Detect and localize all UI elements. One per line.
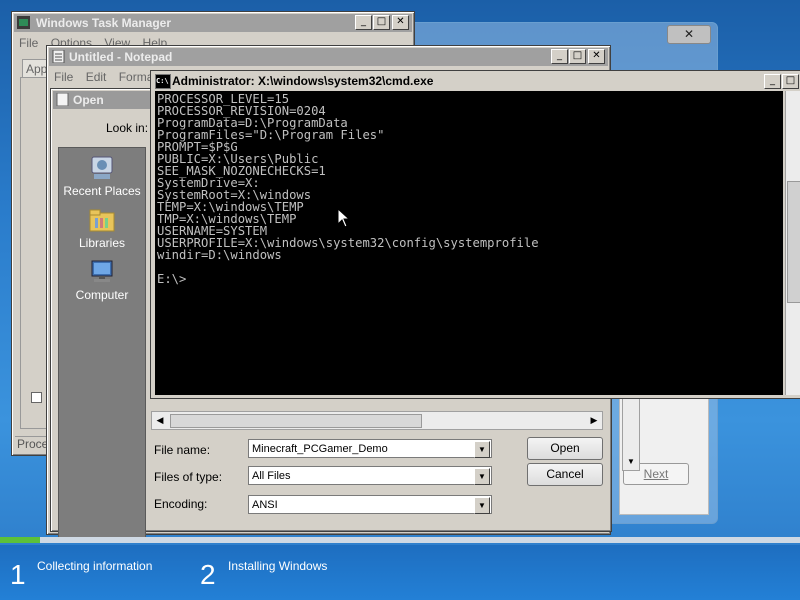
computer-icon [91, 260, 113, 282]
task-manager-tab-label: App [26, 62, 48, 76]
cmd-output-line: E:\> [157, 272, 187, 286]
place-libraries[interactable]: Libraries [59, 206, 145, 250]
notepad-title: Untitled - Notepad [69, 50, 173, 64]
encoding-combo[interactable]: ANSI ▼ [248, 495, 492, 514]
notepad-minimize-button[interactable]: _ [551, 49, 568, 64]
task-manager-close-button[interactable]: ✕ [392, 15, 409, 30]
open-dialog-title: Open [73, 93, 104, 107]
cmd-icon-text: C:\ [156, 77, 169, 85]
task-manager-title: Windows Task Manager [36, 16, 172, 30]
place-libraries-label: Libraries [78, 236, 126, 250]
chevron-down-icon[interactable]: ▼ [474, 441, 490, 458]
open-button-label: Open [550, 441, 580, 455]
cmd-vscroll-thumb[interactable] [787, 181, 800, 303]
files-of-type-label: Files of type: [154, 470, 223, 484]
notepad-maximize-button[interactable]: □ [569, 49, 586, 64]
cmd-console[interactable]: PROCESSOR_LEVEL=15 PROCESSOR_REVISION=020… [155, 91, 783, 395]
task-manager-checkbox[interactable] [31, 392, 42, 403]
chevron-down-icon[interactable]: ▼ [474, 468, 490, 485]
notepad-icon [52, 50, 65, 63]
look-in-label: Look in: [106, 121, 149, 135]
cmd-output-line: windir=D:\windows [157, 248, 282, 262]
step-1-label: Collecting information [37, 559, 153, 573]
file-list-hscroll[interactable]: ◀ ▶ [151, 411, 603, 430]
notepad-menu-edit[interactable]: Edit [86, 69, 107, 85]
cancel-button[interactable]: Cancel [527, 463, 603, 486]
cmd-titlebar[interactable]: C:\ Administrator: X:\windows\system32\c… [152, 72, 800, 90]
libraries-icon [89, 209, 115, 232]
file-name-combo[interactable]: Minecraft_PCGamer_Demo ▼ [248, 439, 492, 458]
notepad-menu-file[interactable]: File [54, 69, 73, 85]
notepad-titlebar[interactable]: Untitled - Notepad [49, 48, 608, 66]
encoding-value: ANSI [252, 499, 278, 511]
step-2-label: Installing Windows [228, 559, 328, 573]
cmd-vscroll[interactable] [785, 91, 800, 395]
places-bar: Recent Places Libraries Computer [58, 147, 146, 542]
cmd-title: Administrator: X:\windows\system32\cmd.e… [172, 74, 434, 88]
mouse-cursor [337, 208, 351, 228]
setup-close-button[interactable]: ✕ [667, 25, 711, 44]
open-button[interactable]: Open [527, 437, 603, 460]
task-manager-minimize-button[interactable]: _ [355, 15, 372, 30]
cmd-maximize-button[interactable]: □ [782, 74, 799, 89]
hscroll-right-arrow[interactable]: ▶ [587, 413, 601, 427]
file-name-value: Minecraft_PCGamer_Demo [252, 443, 388, 455]
setup-progress-fill [0, 537, 40, 543]
setup-progress-track [0, 537, 800, 543]
place-computer[interactable]: Computer [59, 258, 145, 302]
place-recent-places[interactable]: Recent Places [59, 154, 145, 198]
recent-places-icon [91, 156, 113, 179]
cmd-window: C:\ Administrator: X:\windows\system32\c… [150, 70, 800, 399]
step-1-number: 1 [10, 559, 26, 590]
cmd-minimize-button[interactable]: _ [764, 74, 781, 89]
hscroll-thumb[interactable] [170, 414, 422, 428]
cmd-output-line [157, 261, 783, 273]
encoding-label: Encoding: [154, 497, 208, 511]
files-of-type-combo[interactable]: All Files ▼ [248, 466, 492, 485]
notepad-close-button[interactable]: ✕ [588, 49, 605, 64]
file-name-label: File name: [154, 443, 211, 457]
files-of-type-value: All Files [252, 470, 291, 482]
chevron-down-icon[interactable]: ▼ [474, 497, 490, 514]
task-manager-icon [17, 16, 30, 29]
setup-next-label: Next [643, 467, 669, 481]
step-2-number: 2 [200, 559, 216, 590]
cancel-button-label: Cancel [546, 467, 584, 481]
place-computer-label: Computer [75, 288, 129, 302]
cmd-output-line: ProgramFiles="D:\Program Files" [157, 128, 385, 142]
place-recent-places-label: Recent Places [63, 184, 141, 198]
vscroll-down-arrow[interactable]: ▼ [624, 455, 638, 469]
task-manager-maximize-button[interactable]: □ [373, 15, 390, 30]
notepad-vscroll[interactable]: ▼ [622, 397, 640, 471]
open-dialog-icon [56, 93, 69, 106]
hscroll-left-arrow[interactable]: ◀ [153, 413, 167, 427]
setup-progress-area: 1 Collecting information 2 Installing Wi… [0, 537, 800, 600]
task-manager-menu-file[interactable]: File [19, 35, 38, 51]
cmd-icon: C:\ [155, 74, 171, 89]
task-manager-titlebar[interactable]: Windows Task Manager [14, 14, 412, 32]
